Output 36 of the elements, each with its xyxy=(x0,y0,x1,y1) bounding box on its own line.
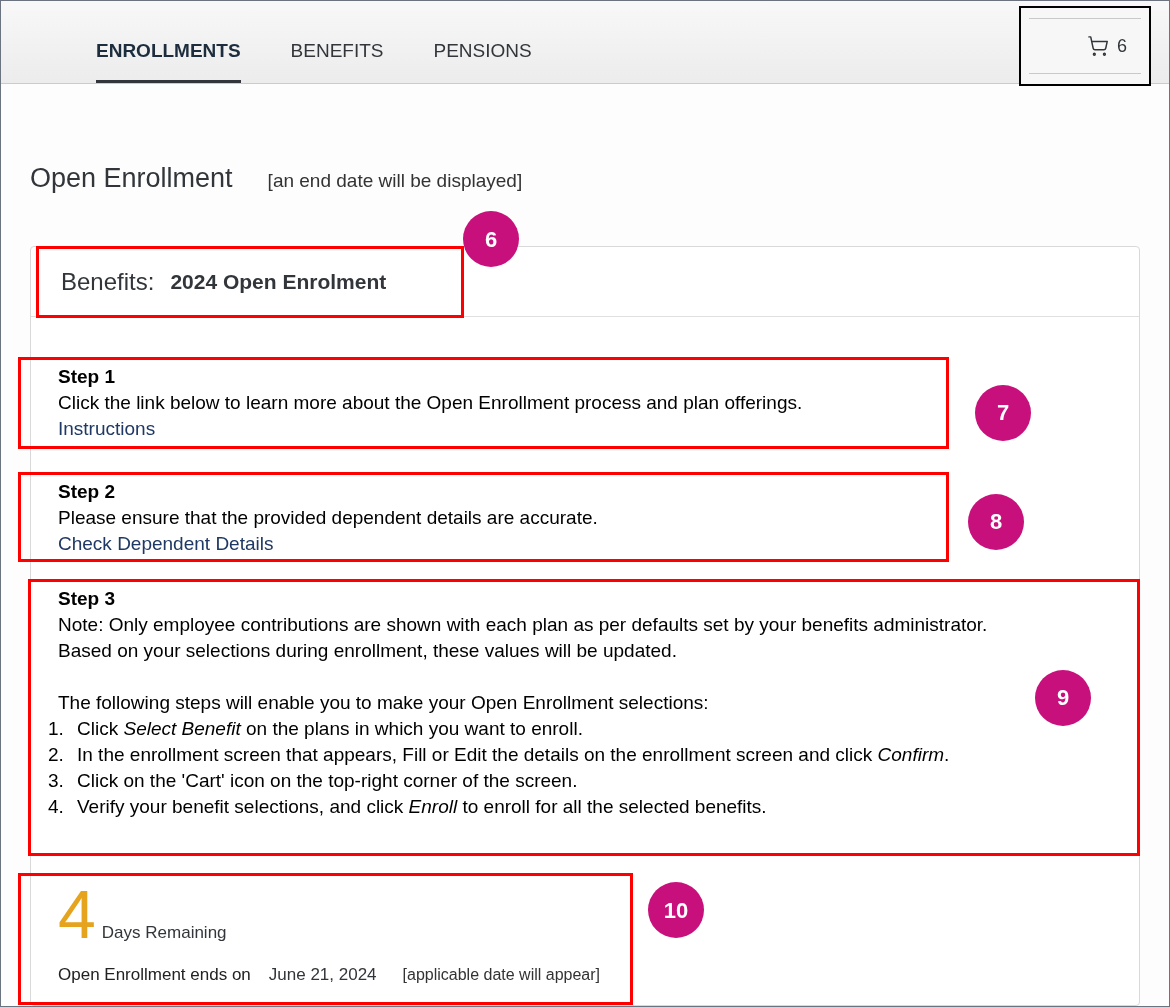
callout-badge: 9 xyxy=(1035,670,1091,726)
list-number: 4. xyxy=(48,795,65,819)
step-link[interactable]: Check Dependent Details xyxy=(58,531,274,557)
callout-badge: 8 xyxy=(968,494,1024,550)
step-intro: The following steps will enable you to make your Open Enrollment selections: xyxy=(58,691,709,715)
ends-date: June 21, 2024 xyxy=(268,964,377,986)
callout-badge: 7 xyxy=(975,385,1031,441)
step-title: Step 1 xyxy=(58,365,116,389)
callout-badge: 10 xyxy=(648,882,704,938)
list-item-text: Click Select Benefit on the plans in which you want to enroll. xyxy=(77,717,583,741)
days-label: Days Remaining xyxy=(101,921,227,944)
cart-button[interactable]: 6 xyxy=(1029,18,1141,74)
list-item-text: Verify your benefit selections, and click Enroll to enroll for all the selected benefits. xyxy=(77,795,767,819)
list-number: 1. xyxy=(48,717,65,741)
tab[interactable]: PENSIONS xyxy=(433,24,532,83)
list-item-text: Click on the 'Cart' icon on the top-right corner of the screen. xyxy=(77,769,578,793)
step-text: Based on your selections during enrollment, these values will be updated. xyxy=(58,639,677,663)
step-text: Please ensure that the provided dependent details are accurate. xyxy=(58,506,598,530)
tab[interactable]: BENEFITS xyxy=(290,24,384,83)
step-title: Step 2 xyxy=(58,480,116,504)
title-note: [an end date will be displayed] xyxy=(267,168,523,193)
days-count: 4 xyxy=(58,880,96,948)
step-title: Step 3 xyxy=(58,587,116,611)
list-item-text: In the enrollment screen that appears, Fill or Edit the details on the enrollment screen and click Confirm. xyxy=(77,743,950,767)
callout-badge: 6 xyxy=(463,211,519,267)
card-title: 2024 Open Enrolment xyxy=(170,269,387,296)
step-text: Click the link below to learn more about the Open Enrollment process and plan offerings. xyxy=(58,391,803,415)
ends-label: Open Enrollment ends on xyxy=(58,964,251,986)
step-link[interactable]: Instructions xyxy=(58,416,156,442)
cart-icon xyxy=(1087,35,1109,57)
date-note: [applicable date will appear] xyxy=(402,965,601,985)
page-title: Open Enrollment xyxy=(30,161,233,195)
list-number: 3. xyxy=(48,769,65,793)
step-note: Note: Only employee contributions are shown with each plan as per defaults set by your benefits administrator. xyxy=(58,613,988,637)
list-number: 2. xyxy=(48,743,65,767)
card-label: Benefits: xyxy=(61,267,155,297)
